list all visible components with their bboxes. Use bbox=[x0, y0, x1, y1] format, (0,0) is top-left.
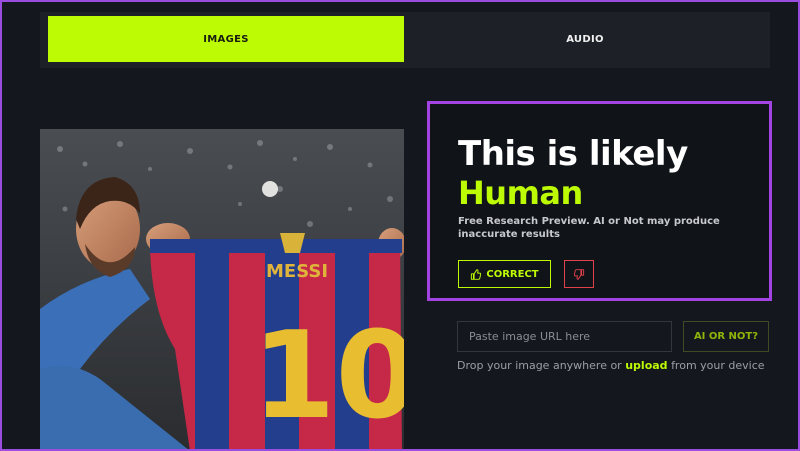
svg-text:10: 10 bbox=[252, 307, 404, 446]
drop-hint-text: Drop your image anywhere or bbox=[457, 359, 622, 372]
correct-feedback-button[interactable]: CORRECT bbox=[458, 260, 551, 288]
tab-images[interactable]: IMAGES bbox=[48, 16, 404, 62]
upload-link[interactable]: upload bbox=[625, 359, 667, 372]
incorrect-feedback-button[interactable] bbox=[564, 260, 594, 288]
svg-text:MESSI: MESSI bbox=[266, 261, 328, 282]
uploaded-image-preview: MESSI 10 bbox=[40, 129, 404, 449]
thumbs-down-icon bbox=[573, 268, 584, 280]
result-disclaimer: Free Research Preview. AI or Not may pro… bbox=[458, 216, 720, 240]
detection-result-card: This is likely Human Free Research Previ… bbox=[427, 101, 772, 301]
app-frame: IMAGES AUDIO MESSI 10 This is likely Hum… bbox=[2, 2, 798, 449]
tab-audio[interactable]: AUDIO bbox=[406, 16, 764, 62]
result-verdict: Human bbox=[458, 174, 583, 212]
image-url-input[interactable] bbox=[457, 321, 672, 352]
thumbs-up-icon bbox=[471, 268, 482, 280]
ai-or-not-button[interactable]: AI OR NOT? bbox=[683, 321, 769, 352]
drop-hint: Drop your image anywhere or upload from … bbox=[457, 359, 765, 372]
correct-label: CORRECT bbox=[486, 268, 539, 280]
result-heading: This is likely bbox=[458, 134, 688, 174]
drop-hint-suffix: from your device bbox=[671, 359, 765, 372]
media-type-tabs: IMAGES AUDIO bbox=[40, 12, 770, 68]
